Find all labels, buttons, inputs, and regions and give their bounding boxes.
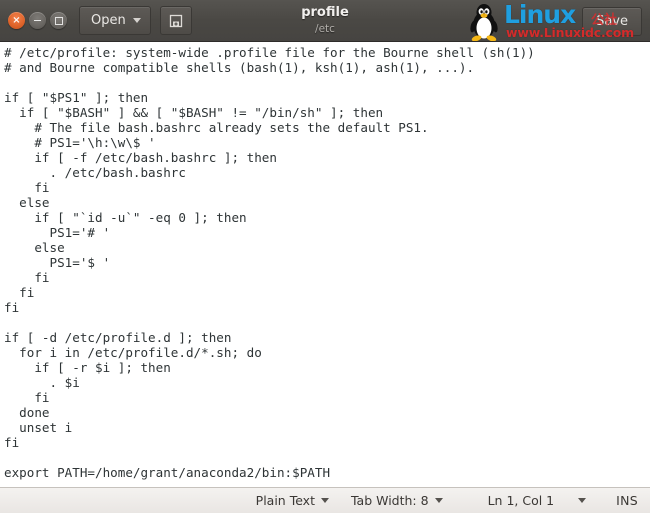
gedit-window: × Open profile /etc Save Linux 公社 www.Li…: [0, 0, 650, 513]
minimize-window-button[interactable]: [29, 12, 46, 29]
language-label: Plain Text: [255, 493, 315, 508]
status-bar: Plain Text Tab Width: 8 Ln 1, Col 1 INS: [0, 487, 650, 513]
close-icon: ×: [12, 14, 21, 26]
tab-width-selector[interactable]: Tab Width: 8: [340, 488, 454, 513]
chevron-down-icon: [578, 498, 587, 503]
language-selector[interactable]: Plain Text: [245, 488, 340, 513]
cursor-position: Ln 1, Col 1: [454, 488, 561, 513]
maximize-window-button[interactable]: [50, 12, 67, 29]
minimize-icon: [29, 12, 46, 29]
chevron-down-icon: [320, 498, 329, 503]
chevron-down-icon: [434, 498, 443, 503]
window-controls: ×: [0, 12, 67, 29]
tux-penguin-logo: [470, 4, 498, 41]
position-dropdown[interactable]: [560, 488, 612, 513]
title-bar: × Open profile /etc Save Linux 公社 www.Li…: [0, 0, 650, 42]
chevron-down-icon: [132, 18, 141, 23]
tab-width-label: Tab Width: 8: [350, 493, 429, 508]
text-editor-area[interactable]: # /etc/profile: system-wide .profile fil…: [0, 42, 650, 487]
open-button[interactable]: Open: [79, 6, 151, 35]
new-document-button[interactable]: [159, 6, 192, 35]
close-window-button[interactable]: ×: [8, 12, 25, 29]
maximize-icon: [50, 12, 67, 29]
save-button[interactable]: Save: [582, 7, 642, 36]
insert-mode-label: INS: [616, 493, 638, 508]
watermark-brand: Linux: [504, 0, 576, 29]
file-content[interactable]: # /etc/profile: system-wide .profile fil…: [0, 42, 650, 480]
cursor-position-label: Ln 1, Col 1: [487, 493, 555, 508]
save-button-label: Save: [596, 14, 628, 29]
save-as-icon: [169, 14, 182, 27]
insert-mode-indicator: INS: [612, 488, 640, 513]
open-button-label: Open: [91, 13, 126, 28]
